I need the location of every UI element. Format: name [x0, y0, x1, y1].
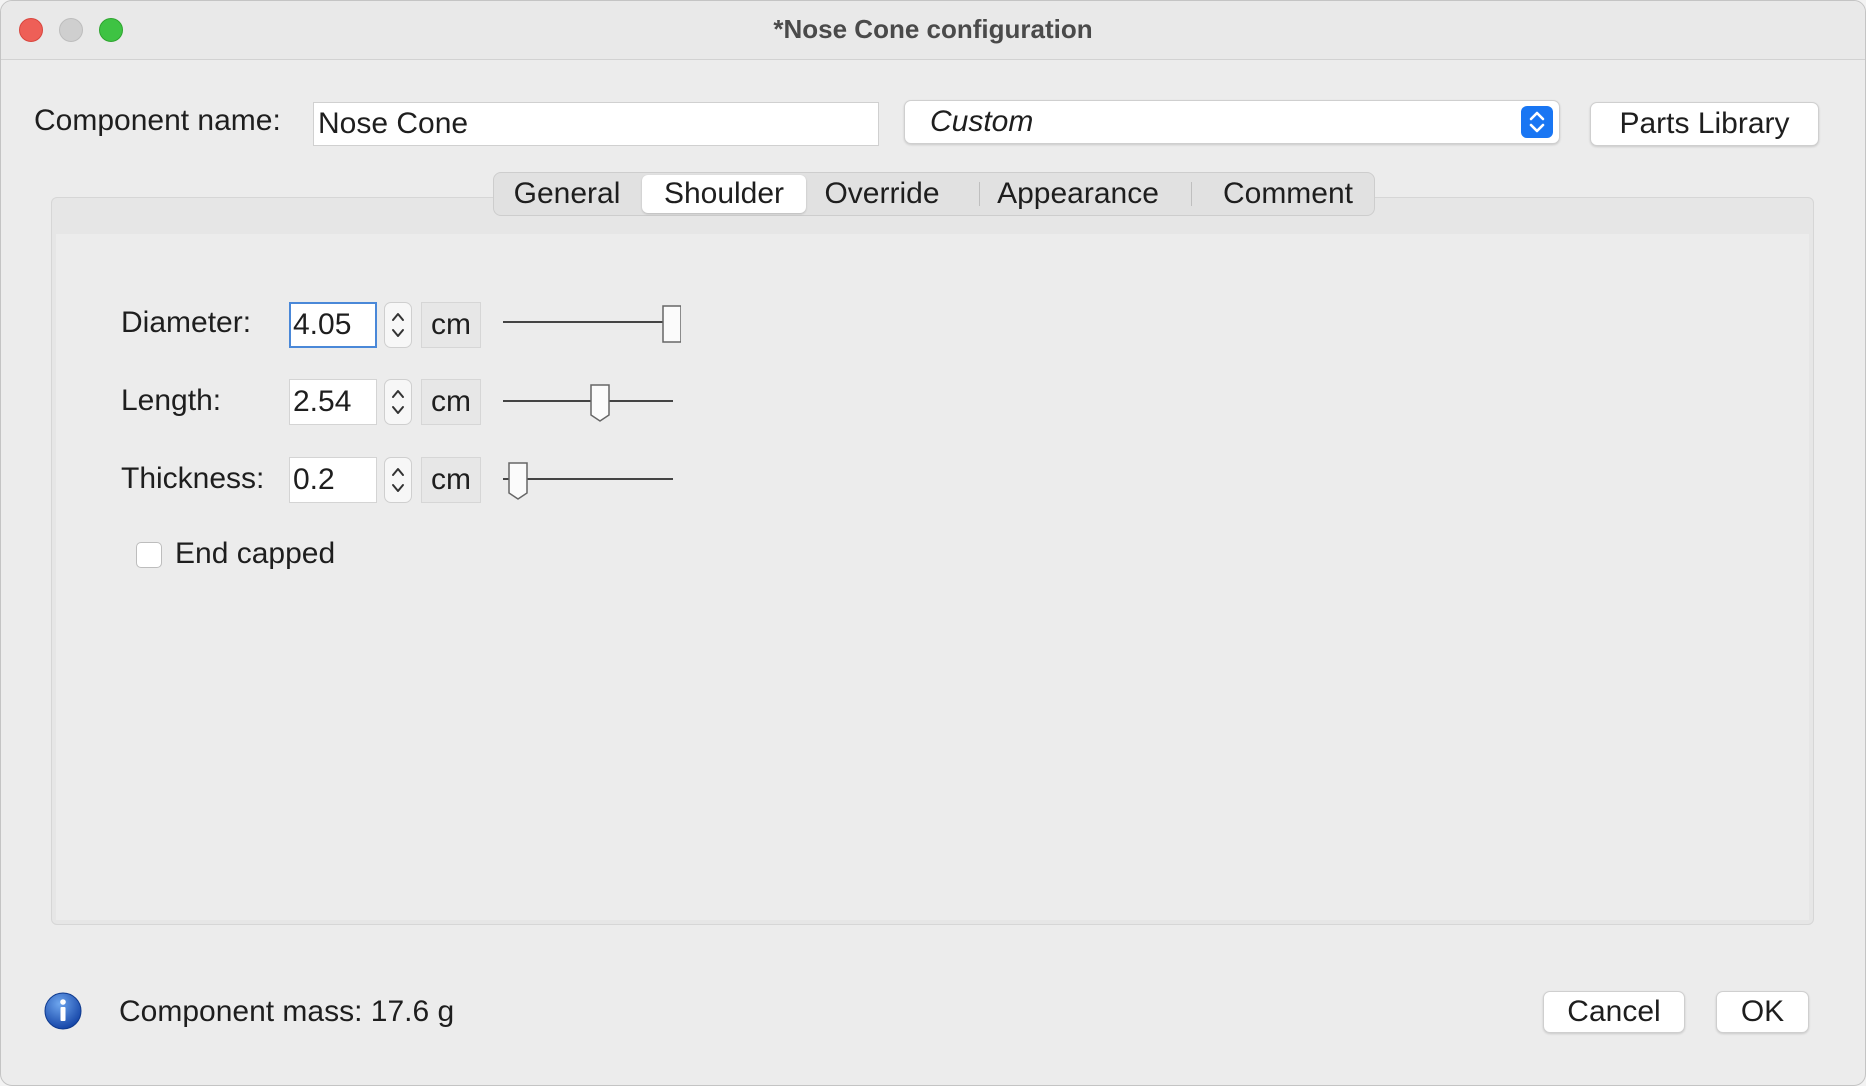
component-name-label: Component name: [34, 104, 281, 137]
diameter-unit[interactable]: cm [421, 302, 481, 348]
thickness-input[interactable] [289, 457, 377, 503]
tab-bar: General Shoulder Override Appearance Com… [493, 172, 1375, 216]
info-icon [44, 992, 82, 1030]
diameter-input[interactable] [289, 302, 377, 348]
preset-select[interactable]: Custom [904, 100, 1560, 144]
ok-button[interactable]: OK [1716, 991, 1809, 1033]
nose-cone-config-dialog: *Nose Cone configuration Component name:… [0, 0, 1866, 1086]
tab-comment[interactable]: Comment [1206, 173, 1370, 215]
cancel-button[interactable]: Cancel [1543, 991, 1685, 1033]
diameter-slider[interactable] [501, 302, 682, 348]
tab-override[interactable]: Override [812, 173, 952, 215]
diameter-label: Diameter: [121, 306, 252, 339]
thickness-label: Thickness: [121, 462, 265, 495]
diameter-stepper[interactable] [384, 302, 412, 348]
length-unit[interactable]: cm [421, 379, 481, 425]
tab-appearance[interactable]: Appearance [980, 173, 1176, 215]
thickness-stepper[interactable] [384, 457, 412, 503]
thickness-unit[interactable]: cm [421, 457, 481, 503]
length-slider[interactable] [501, 379, 681, 425]
end-capped-checkbox[interactable] [136, 542, 162, 568]
component-name-input[interactable] [313, 102, 879, 146]
tab-general[interactable]: General [498, 173, 636, 215]
thickness-slider[interactable] [501, 457, 681, 503]
length-input[interactable] [289, 379, 377, 425]
length-label: Length: [121, 384, 222, 417]
tab-separator [1191, 182, 1192, 206]
parts-library-button[interactable]: Parts Library [1590, 102, 1819, 146]
stepper-arrows-icon [392, 468, 404, 492]
title-bar: *Nose Cone configuration [1, 1, 1865, 60]
stepper-arrows-icon [392, 390, 404, 414]
end-capped-label[interactable]: End capped [175, 537, 335, 571]
window-title: *Nose Cone configuration [773, 14, 1093, 44]
tab-shoulder[interactable]: Shoulder [642, 175, 806, 213]
length-stepper[interactable] [384, 379, 412, 425]
preset-value: Custom [930, 105, 1034, 138]
stepper-arrows-icon [392, 313, 404, 337]
chevron-up-down-icon [1521, 106, 1553, 138]
component-mass-text: Component mass: 17.6 g [119, 995, 455, 1028]
